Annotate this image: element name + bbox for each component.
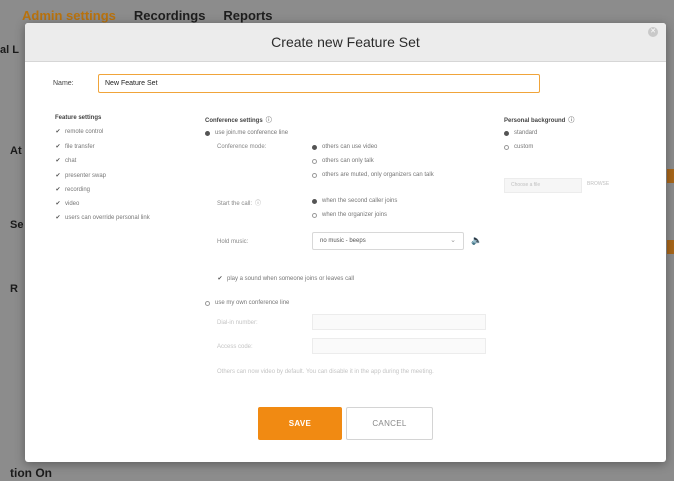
radio-label: use join.me conference line bbox=[215, 130, 289, 136]
radio-background-custom[interactable]: custom bbox=[504, 144, 533, 150]
choose-file-input[interactable]: Choose a file bbox=[504, 178, 582, 193]
radio-label: when the second caller joins bbox=[322, 198, 398, 204]
info-icon[interactable]: ⓘ bbox=[255, 201, 261, 207]
check-icon: ✔ bbox=[55, 215, 61, 221]
radio-second-caller-joins[interactable]: when the second caller joins bbox=[312, 198, 397, 204]
check-icon: ✔ bbox=[217, 276, 223, 282]
radio-selected-icon bbox=[504, 130, 509, 136]
checkbox-label: users can override personal link bbox=[65, 215, 150, 221]
radio-label: others can use video bbox=[322, 144, 378, 150]
feature-checkbox-recording[interactable]: ✔ recording bbox=[55, 187, 90, 193]
hold-music-value: no music - beeps bbox=[320, 238, 366, 244]
checkbox-label: file transfer bbox=[65, 144, 95, 150]
feature-checkbox-override-personal-link[interactable]: ✔ users can override personal link bbox=[55, 215, 150, 221]
checkbox-label: play a sound when someone joins or leave… bbox=[227, 276, 355, 282]
radio-label: use my own conference line bbox=[215, 300, 290, 306]
checkbox-label: presenter swap bbox=[65, 173, 107, 179]
conference-settings-title-text: Conference settings bbox=[205, 118, 263, 124]
dial-in-label: Dial-in number: bbox=[217, 320, 258, 326]
name-input[interactable] bbox=[98, 74, 540, 93]
background-tabs: Admin settings Recordings Reports bbox=[22, 8, 273, 23]
radio-label: custom bbox=[514, 144, 534, 150]
background-heading-fragment: Se bbox=[10, 219, 24, 231]
feature-checkbox-remote-control[interactable]: ✔ remote control bbox=[55, 129, 103, 135]
hold-music-select[interactable]: no music - beeps ⌄ bbox=[312, 232, 464, 250]
name-label: Name: bbox=[53, 80, 74, 87]
background-bottom-text: tion On bbox=[10, 466, 52, 480]
radio-others-are-muted[interactable]: others are muted, only organizers can ta… bbox=[312, 172, 434, 178]
radio-use-joinme-line[interactable]: use join.me conference line bbox=[205, 130, 288, 136]
browse-button[interactable]: BROWSE bbox=[587, 181, 609, 187]
radio-unselected-icon bbox=[312, 158, 317, 164]
radio-others-can-only-talk[interactable]: others can only talk bbox=[312, 158, 374, 164]
radio-selected-icon bbox=[312, 144, 317, 150]
feature-checkbox-chat[interactable]: ✔ chat bbox=[55, 158, 76, 164]
chevron-down-icon: ⌄ bbox=[450, 237, 456, 244]
radio-unselected-icon bbox=[205, 300, 210, 306]
background-heading-fragment: al L bbox=[0, 44, 19, 56]
feature-checkbox-presenter-swap[interactable]: ✔ presenter swap bbox=[55, 173, 106, 179]
check-icon: ✔ bbox=[55, 129, 61, 135]
personal-background-title: Personal background ⓘ bbox=[504, 115, 574, 124]
create-feature-set-dialog: Create new Feature Set ✕ Name: Feature s… bbox=[25, 23, 666, 462]
radio-selected-icon bbox=[205, 130, 210, 136]
check-icon: ✔ bbox=[55, 144, 61, 150]
checkbox-play-sound[interactable]: ✔ play a sound when someone joins or leav… bbox=[217, 276, 354, 282]
feature-checkbox-file-transfer[interactable]: ✔ file transfer bbox=[55, 144, 95, 150]
start-call-label-text: Start the call: bbox=[217, 201, 253, 207]
radio-background-standard[interactable]: standard bbox=[504, 130, 537, 136]
radio-use-own-line[interactable]: use my own conference line bbox=[205, 300, 289, 306]
check-icon: ✔ bbox=[55, 173, 61, 179]
info-icon[interactable]: ⓘ bbox=[568, 118, 574, 124]
speaker-icon[interactable]: 🔈 bbox=[471, 235, 482, 246]
name-row: Name: bbox=[53, 74, 540, 93]
hold-music-label: Hold music: bbox=[217, 239, 249, 245]
conference-settings-title: Conference settings ⓘ bbox=[205, 115, 272, 124]
tab-recordings[interactable]: Recordings bbox=[134, 8, 206, 23]
radio-unselected-icon bbox=[312, 172, 317, 178]
checkbox-label: recording bbox=[65, 187, 91, 193]
feature-settings-title: Feature settings bbox=[55, 115, 102, 121]
radio-selected-icon bbox=[312, 198, 317, 204]
start-call-label: Start the call: ⓘ bbox=[217, 198, 261, 207]
save-button[interactable]: SAVE bbox=[258, 407, 342, 440]
radio-unselected-icon bbox=[312, 212, 317, 218]
feature-checkbox-video[interactable]: ✔ video bbox=[55, 201, 79, 207]
close-icon[interactable]: ✕ bbox=[648, 27, 658, 37]
tab-reports[interactable]: Reports bbox=[223, 8, 272, 23]
radio-others-can-use-video[interactable]: others can use video bbox=[312, 144, 377, 150]
check-icon: ✔ bbox=[55, 158, 61, 164]
dialog-header: Create new Feature Set ✕ bbox=[25, 23, 666, 62]
access-code-input[interactable] bbox=[312, 338, 486, 354]
info-icon[interactable]: ⓘ bbox=[266, 118, 272, 124]
radio-unselected-icon bbox=[504, 144, 509, 150]
radio-organizer-joins[interactable]: when the organizer joins bbox=[312, 212, 387, 218]
background-heading-fragment: At bbox=[10, 145, 22, 157]
background-heading-fragment: R bbox=[10, 283, 18, 295]
access-code-label: Access code: bbox=[217, 344, 253, 350]
background-accent bbox=[667, 169, 674, 183]
check-icon: ✔ bbox=[55, 201, 61, 207]
checkbox-label: chat bbox=[65, 158, 77, 164]
cancel-button[interactable]: CANCEL bbox=[346, 407, 433, 440]
background-accent bbox=[667, 240, 674, 254]
dialog-title: Create new Feature Set bbox=[271, 34, 420, 50]
tab-admin-settings[interactable]: Admin settings bbox=[22, 8, 116, 23]
checkbox-label: video bbox=[65, 201, 80, 207]
conference-note: Others can now video by default. You can… bbox=[217, 369, 434, 375]
checkbox-label: remote control bbox=[65, 129, 104, 135]
radio-label: others can only talk bbox=[322, 158, 374, 164]
personal-background-title-text: Personal background bbox=[504, 118, 566, 124]
check-icon: ✔ bbox=[55, 187, 61, 193]
radio-label: others are muted, only organizers can ta… bbox=[322, 172, 434, 178]
radio-label: when the organizer joins bbox=[322, 212, 388, 218]
dial-in-input[interactable] bbox=[312, 314, 486, 330]
conference-mode-label: Conference mode: bbox=[217, 144, 267, 150]
radio-label: standard bbox=[514, 130, 538, 136]
